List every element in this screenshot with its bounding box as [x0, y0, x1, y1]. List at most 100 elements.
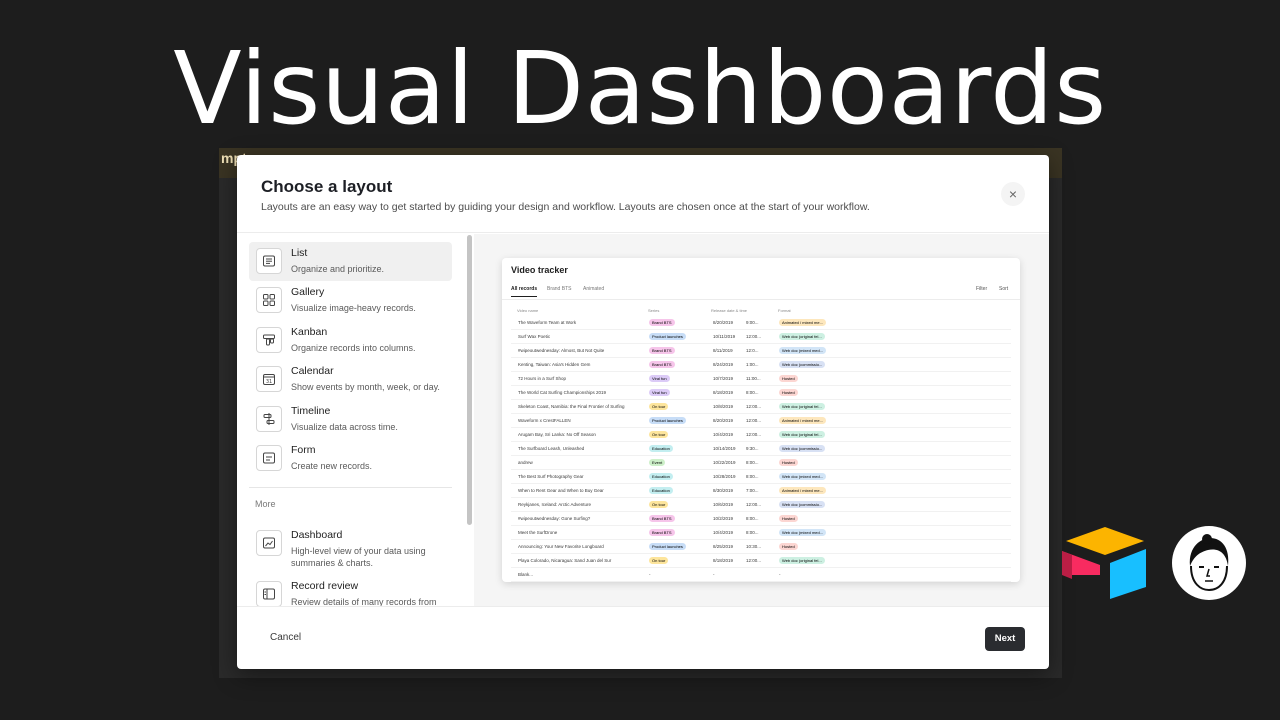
table-row[interactable]: Skeleton Coast, Namibia: the Final Front…: [511, 400, 1011, 414]
layout-option-title: Dashboard: [291, 529, 343, 541]
layout-option-gallery[interactable]: Gallery Visualize image-heavy records.: [249, 281, 452, 320]
layout-option-title: List: [291, 247, 308, 259]
cell-series: Viral fun: [649, 389, 670, 396]
layout-option-timeline[interactable]: Timeline Visualize data across time.: [249, 400, 452, 439]
layout-option-description: Review details of many records from: [291, 597, 437, 606]
cell-series: On tour: [649, 557, 669, 564]
table-row[interactable]: Announcing: Your New Favorite Longboard P…: [511, 540, 1011, 554]
cell-release-date: 10/7/2019: [713, 376, 734, 381]
column-header: Video name: [517, 308, 539, 313]
table-row[interactable]: Blank... - - -: [511, 568, 1011, 582]
table-row[interactable]: Surf Wax Poetic Product launches 10/11/201…: [511, 330, 1011, 344]
cell-release-date: 10/6/2019: [713, 502, 734, 507]
gallery-icon: [256, 287, 282, 314]
table-row[interactable]: When to Rent Gear and When to Buy Gear Ed…: [511, 484, 1011, 498]
preview-tab[interactable]: Brand BTS: [547, 286, 571, 292]
cell-video-name: The Waveform Team at Work: [518, 320, 577, 325]
cell-video-name: #wipeoutwednesday: Gone Surfing?: [518, 516, 591, 521]
table-row[interactable]: Arugam Bay, Sri Lanka: No Off Season On t…: [511, 428, 1011, 442]
cell-video-name: Blank...: [518, 572, 534, 577]
cell-release-time: 12:00...: [746, 418, 762, 423]
cell-series: Product launches: [649, 333, 686, 340]
layout-option-description: High-level view of your data using summa…: [291, 546, 426, 568]
layout-option-dashboard[interactable]: Dashboard High-level view of your data us…: [249, 524, 452, 568]
cell-format: Hosted: [779, 543, 798, 550]
table-row[interactable]: Waveform x CrestFALLEN Product launches 8/…: [511, 414, 1011, 428]
column-header: Series: [648, 308, 660, 313]
layout-option-record-review[interactable]: Record review Review details of many reco…: [249, 575, 452, 606]
cell-release-time: 12:00...: [746, 502, 762, 507]
cell-release-date: 8/11/2019: [713, 348, 733, 353]
cell-release-date: 10/4/2019: [713, 432, 734, 437]
layout-option-description: Show events by month, week, or day.: [291, 382, 440, 393]
layout-sidebar: More List Organize and prioritize. Gallery…: [237, 234, 474, 606]
sidebar-scrollbar[interactable]: [467, 235, 472, 525]
preview-tool-filter[interactable]: Filter: [976, 286, 987, 292]
cell-release-date: 10/14/2019: [713, 446, 736, 451]
cell-format: Web doc (mixed med...: [779, 529, 827, 536]
next-button[interactable]: Next: [985, 627, 1025, 651]
preview-tab[interactable]: Animated: [583, 286, 604, 292]
cell-release-time: 8:00...: [746, 530, 759, 535]
cell-video-name: Playa Colorado, Nicaragua: Sand Juan del…: [518, 558, 612, 563]
layout-option-list[interactable]: List Organize and prioritize.: [249, 242, 452, 281]
cell-format: Web doc (original fel...: [779, 333, 825, 340]
cell-release-date: 8/20/2019: [713, 320, 734, 325]
preview-title: Video tracker: [511, 265, 568, 275]
cell-release-time: 12:00...: [746, 404, 762, 409]
table-row[interactable]: #wipeoutwednesday: Gone Surfing? Brand BT…: [511, 512, 1011, 526]
cell-series: Product launches: [649, 417, 686, 424]
layout-option-title: Form: [291, 444, 316, 456]
cell-format: Hosted: [779, 389, 798, 396]
layout-option-kanban[interactable]: Kanban Organize records into columns.: [249, 321, 452, 360]
cell-release-date: 10/22/2019: [713, 460, 736, 465]
layout-option-title: Kanban: [291, 325, 328, 338]
table-row[interactable]: Playa Colorado, Nicaragua: Sand Juan del…: [511, 554, 1011, 568]
table-row[interactable]: The Best Surf Photography Gear Education 1…: [511, 470, 1011, 484]
layout-option-description: Visualize data across time.: [291, 421, 398, 432]
modal-subtitle: Layouts are an easy way to get started b…: [261, 201, 870, 213]
layout-preview-pane: Video tracker All records Brand BTS Animat…: [474, 234, 1049, 606]
layout-option-calendar[interactable]: 31 Calendar Show events by month, week, or…: [249, 360, 452, 399]
table-row[interactable]: The Waveform Team at Work Brand BTS 8/20/2…: [511, 316, 1011, 330]
cancel-button[interactable]: Cancel: [270, 632, 301, 643]
layout-option-title: Record review: [291, 580, 359, 592]
cell-series: Brand BTS: [649, 529, 675, 536]
cell-release-time: 9:30...: [746, 446, 759, 451]
cell-video-name: The Best Surf Photography Gear: [518, 474, 584, 479]
cell-release-date: 8/24/2019: [713, 362, 734, 367]
cell-format: Hosted: [779, 459, 798, 466]
layout-option-description: Create new records.: [291, 461, 373, 471]
cell-format: Hosted: [779, 515, 798, 522]
table-row[interactable]: andrew Event 10/22/2019 8:00... Hosted: [511, 456, 1011, 470]
active-tab-underline: [511, 296, 537, 297]
cell-release-date: 10/28/2019: [713, 474, 736, 479]
table-row[interactable]: Reykjanes, Iceland: Arctic Adventure On t…: [511, 498, 1011, 512]
cell-series: Brand BTS: [649, 347, 675, 354]
cell-release-time: 12:00...: [746, 432, 762, 437]
layout-option-description: Organize and prioritize.: [291, 264, 385, 274]
table-row[interactable]: The World Cat Surfing Championships 2019…: [511, 386, 1011, 400]
cell-video-name: #wipeoutwednesday: Almost, But Not Quite: [518, 348, 605, 353]
timeline-icon: [256, 405, 282, 432]
table-row[interactable]: Kenting, Taiwan: Asia's Hidden Gem Brand …: [511, 358, 1011, 372]
dashboard-icon: [256, 530, 282, 556]
table-row[interactable]: #wipeoutwednesday: Almost, But Not Quite…: [511, 344, 1011, 358]
table-row[interactable]: Meet the SurfDrone Brand BTS 10/4/2019 8:00…: [511, 526, 1011, 540]
cell-format: Animated / mixed me...: [779, 487, 826, 494]
cell-format: Web doc (commissio...: [779, 501, 826, 508]
close-button[interactable]: ×: [1001, 182, 1025, 206]
layout-option-form[interactable]: Form Create new records.: [249, 439, 452, 478]
preview-tool-sort[interactable]: Sort: [999, 286, 1008, 292]
cell-format: Web doc (mixed med...: [779, 473, 827, 480]
cell-format: Web doc (commissio...: [779, 445, 826, 452]
table-row[interactable]: 72 Hours in a Surf Shop Viral fun 10/7/201…: [511, 372, 1011, 386]
cell-release-time: 11:00...: [746, 376, 761, 381]
cell-format: Animated / mixed me...: [779, 417, 826, 424]
cell-release-time: 12:0...: [746, 348, 759, 353]
cell-series: Education: [649, 445, 673, 452]
cell-release-time: 8:00...: [746, 460, 759, 465]
table-row[interactable]: The Surfboard Leash, Unleashed Education 1…: [511, 442, 1011, 456]
cell-video-name: Skeleton Coast, Namibia: the Final Front…: [518, 404, 625, 409]
preview-tab[interactable]: All records: [511, 286, 537, 292]
